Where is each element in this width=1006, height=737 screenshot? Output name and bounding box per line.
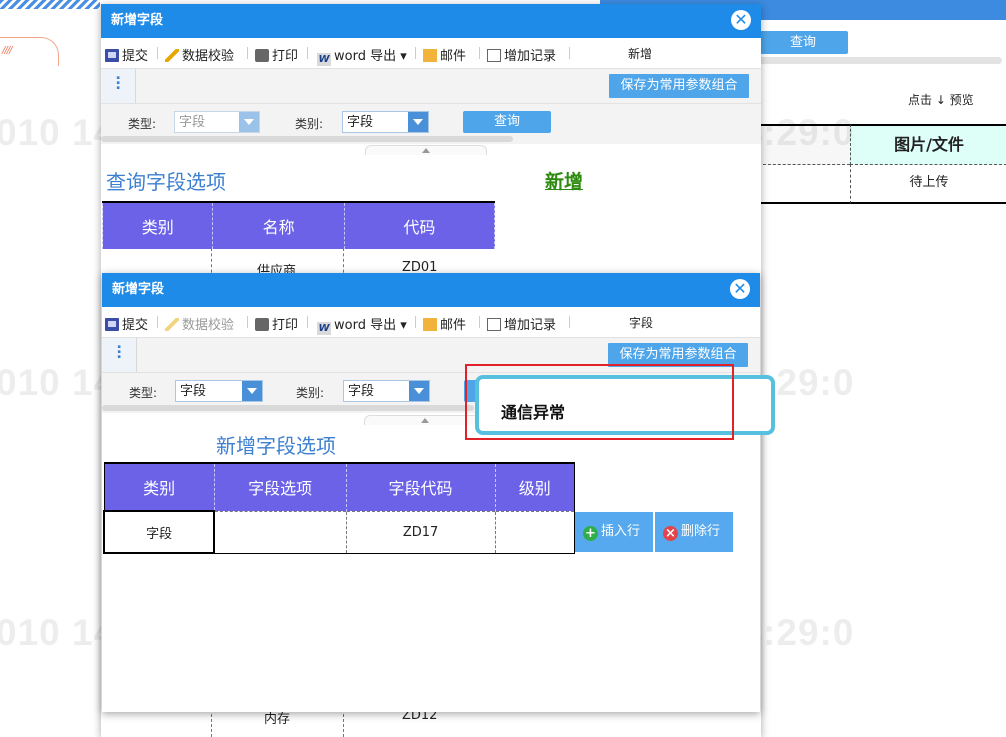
chevron-down-icon bbox=[408, 112, 428, 132]
toolbar: 提交 数据校验 打印 Wword 导出 ▾ 邮件 增加记录 新增 bbox=[101, 38, 761, 69]
mode-label: 字段 bbox=[629, 316, 654, 330]
mail-button[interactable]: 邮件 bbox=[423, 45, 466, 64]
submit-button[interactable]: 提交 bbox=[105, 45, 148, 64]
save-combo-button[interactable]: 保存为常用参数组合 bbox=[609, 74, 749, 98]
validate-icon bbox=[165, 318, 179, 331]
new-link[interactable]: 新增 bbox=[545, 167, 583, 194]
chevron-down-icon bbox=[409, 381, 429, 401]
word-export-button[interactable]: Wword 导出 ▾ bbox=[317, 45, 407, 66]
column-header: 类别 bbox=[101, 202, 214, 249]
code-cell[interactable]: ZD17 bbox=[345, 510, 496, 554]
background-cell bbox=[758, 164, 850, 204]
save-icon bbox=[105, 318, 119, 331]
filter-settings-icon[interactable]: ⫶ bbox=[102, 338, 137, 372]
insert-row-button[interactable]: + 插入行 bbox=[575, 512, 653, 552]
category-label: 类别: bbox=[296, 386, 325, 400]
filter-row: 类型: 字段 类别: 字段 查询 bbox=[101, 104, 761, 144]
word-icon: W bbox=[317, 322, 331, 335]
column-header: 字段选项 bbox=[213, 463, 347, 511]
validate-button[interactable]: 数据校验 bbox=[165, 45, 234, 64]
add-record-icon bbox=[487, 318, 501, 331]
category-select[interactable]: 字段 bbox=[342, 111, 429, 133]
category-select[interactable]: 字段 bbox=[343, 380, 430, 402]
dialog-title-text: 新增字段 bbox=[111, 13, 164, 28]
toolbar: 提交 数据校验 打印 Wword 导出 ▾ 邮件 增加记录 字段 bbox=[102, 307, 760, 338]
level-cell[interactable] bbox=[494, 510, 576, 554]
close-icon: × bbox=[663, 526, 678, 541]
mail-button[interactable]: 邮件 bbox=[423, 314, 466, 333]
printer-icon bbox=[255, 49, 269, 62]
save-icon bbox=[105, 49, 119, 62]
query-button[interactable]: 查询 bbox=[463, 111, 551, 133]
mail-icon bbox=[423, 49, 437, 62]
category-cell[interactable]: 字段 bbox=[102, 510, 216, 554]
column-header: 级别 bbox=[494, 463, 576, 511]
add-field-dialog-nested: 新增字段 ✕ 提交 数据校验 打印 Wword 导出 ▾ 邮件 增加记录 字段 … bbox=[102, 273, 760, 712]
column-header: 字段代码 bbox=[345, 463, 496, 511]
column-header: 名称 bbox=[212, 202, 345, 249]
table-row: 字段 ZD17 bbox=[102, 510, 576, 554]
decorative-stripes bbox=[0, 0, 100, 9]
chevron-down-icon bbox=[242, 381, 262, 401]
parameter-bar: ⫶ 保存为常用参数组合 bbox=[101, 69, 761, 104]
filter-settings-icon[interactable]: ⫶ bbox=[101, 69, 136, 103]
type-select[interactable]: 字段 bbox=[174, 111, 260, 133]
close-icon[interactable]: ✕ bbox=[730, 279, 750, 299]
query-table: 类别 名称 代码 bbox=[101, 201, 496, 249]
close-icon[interactable]: ✕ bbox=[731, 10, 751, 30]
query-table-title: 查询字段选项 bbox=[106, 170, 226, 194]
preview-hint: 点击 ↓ 预览 bbox=[908, 93, 974, 107]
validate-button[interactable]: 数据校验 bbox=[165, 314, 234, 333]
option-cell[interactable] bbox=[213, 510, 347, 554]
word-icon: W bbox=[317, 53, 331, 66]
dialog-title-text: 新增字段 bbox=[112, 282, 165, 297]
validate-icon bbox=[165, 49, 179, 62]
mode-label: 新增 bbox=[628, 47, 653, 61]
mail-icon bbox=[423, 318, 437, 331]
print-button[interactable]: 打印 bbox=[255, 45, 298, 64]
add-record-button[interactable]: 增加记录 bbox=[487, 314, 556, 333]
attachment-status-cell: 待上传 bbox=[850, 164, 1006, 204]
column-header: 类别 bbox=[103, 463, 215, 511]
plus-icon: + bbox=[583, 526, 598, 541]
chevron-down-icon bbox=[239, 112, 259, 132]
word-export-button[interactable]: Wword 导出 ▾ bbox=[317, 314, 407, 335]
category-label: 类别: bbox=[295, 117, 324, 131]
decorative-ticks: //// bbox=[2, 45, 13, 56]
type-label: 类型: bbox=[128, 117, 157, 131]
add-record-button[interactable]: 增加记录 bbox=[487, 45, 556, 64]
print-button[interactable]: 打印 bbox=[255, 314, 298, 333]
collapse-toggle[interactable] bbox=[365, 145, 487, 155]
dialog-title: 新增字段 ✕ bbox=[101, 4, 761, 38]
background-scrollbar[interactable] bbox=[758, 57, 1002, 64]
dialog-title: 新增字段 ✕ bbox=[102, 273, 760, 307]
type-select[interactable]: 字段 bbox=[175, 380, 263, 402]
new-field-table: 类别 字段选项 字段代码 级别 字段 ZD17 bbox=[102, 462, 576, 554]
submit-button[interactable]: 提交 bbox=[105, 314, 148, 333]
highlight-box bbox=[465, 364, 734, 440]
column-header-attachment: 图片/文件 bbox=[850, 124, 1006, 165]
horizontal-scrollbar[interactable] bbox=[102, 405, 474, 411]
new-table-title: 新增字段选项 bbox=[216, 434, 336, 458]
column-header: 代码 bbox=[343, 202, 496, 249]
type-label: 类型: bbox=[129, 386, 158, 400]
horizontal-scrollbar[interactable] bbox=[101, 136, 513, 142]
add-record-icon bbox=[487, 49, 501, 62]
printer-icon bbox=[255, 318, 269, 331]
background-header-cell bbox=[758, 124, 850, 165]
delete-row-button[interactable]: × 删除行 bbox=[655, 512, 733, 552]
background-query-button[interactable]: 查询 bbox=[758, 31, 848, 54]
